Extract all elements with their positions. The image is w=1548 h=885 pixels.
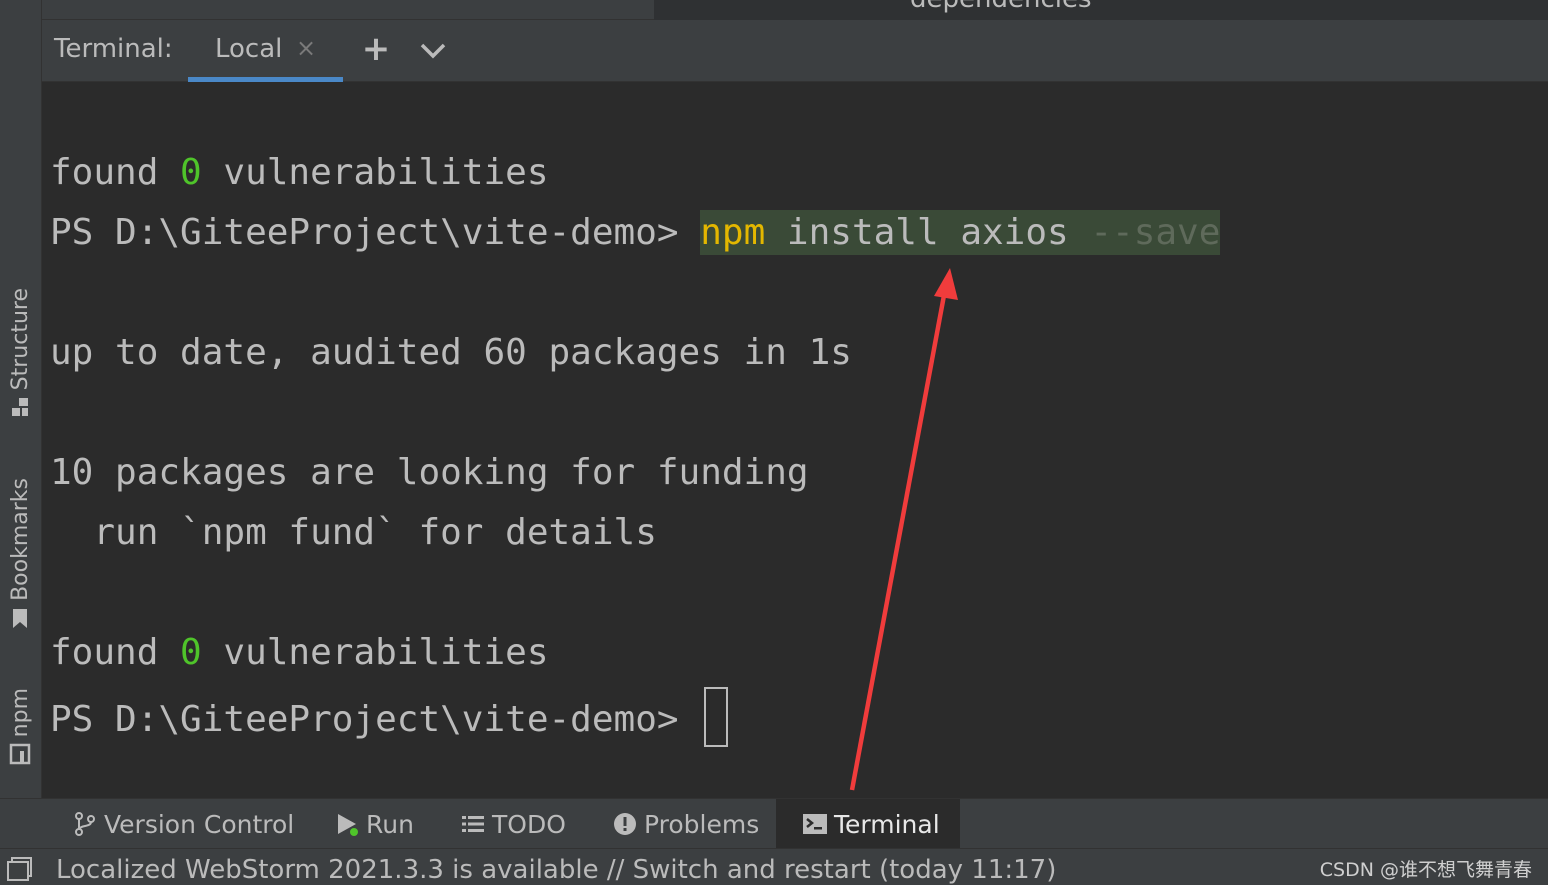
output-line: run `npm fund` for details: [50, 512, 657, 553]
structure-icon: [12, 398, 28, 417]
side-tab-label: npm: [7, 688, 33, 738]
list-icon: [462, 816, 484, 832]
command-keyword: npm: [700, 212, 766, 253]
npm-icon: [9, 744, 31, 765]
tab-label: Run: [366, 809, 414, 839]
problems-icon: [614, 813, 636, 835]
active-tab-underline: [188, 77, 343, 82]
tab-terminal[interactable]: Terminal: [776, 799, 960, 849]
output-text: vulnerabilities: [201, 632, 549, 673]
vulnerability-count: 0: [180, 632, 202, 673]
status-bar: Localized WebStorm 2021.3.3 is available…: [0, 848, 1548, 885]
tab-local[interactable]: Local ×: [188, 20, 343, 82]
terminal-output[interactable]: found 0 vulnerabilities PS D:\GiteeProje…: [42, 83, 1548, 798]
side-tab-label: Structure: [7, 288, 33, 391]
output-line: 10 packages are looking for funding: [50, 452, 809, 493]
vulnerability-count: 0: [180, 152, 202, 193]
run-icon: [338, 814, 358, 836]
terminal-title: Terminal:: [54, 34, 173, 64]
tab-problems[interactable]: Problems: [612, 799, 759, 849]
output-text: found: [50, 152, 181, 193]
output-line: found 0 vulnerabilities: [50, 631, 549, 675]
chevron-down-icon[interactable]: [416, 34, 450, 68]
tab-label: Version Control: [104, 809, 295, 839]
side-tab-bookmarks[interactable]: Bookmarks: [0, 478, 40, 629]
update-notification[interactable]: Localized WebStorm 2021.3.3 is available…: [56, 855, 1056, 885]
tab-label: Problems: [644, 809, 760, 839]
tab-label: TODO: [492, 809, 566, 839]
prompt-line: PS D:\GiteeProject\vite-demo>: [50, 687, 729, 747]
tab-run[interactable]: Run: [334, 799, 414, 849]
terminal-header: Terminal: Local × +: [42, 20, 1548, 82]
output-line: found 0 vulnerabilities: [50, 151, 549, 195]
editor-tab-inactive[interactable]: [42, 0, 654, 20]
vcs-branch-icon: [75, 812, 95, 836]
editor-tab-strip: dependencies: [42, 0, 1548, 20]
side-tab-npm[interactable]: npm: [0, 688, 40, 765]
output-line: up to date, audited 60 packages in 1s: [50, 332, 852, 373]
terminal-cursor[interactable]: [704, 687, 729, 747]
command-flag: --save: [1090, 212, 1221, 253]
tool-window-bar: Version Control Run TODO Problems Termin…: [0, 798, 1548, 849]
editor-tab-label[interactable]: dependencies: [910, 0, 1092, 14]
add-session-button[interactable]: +: [360, 32, 392, 68]
shell-prompt: PS D:\GiteeProject\vite-demo>: [50, 699, 701, 740]
side-tab-label: Bookmarks: [7, 478, 33, 601]
tab-local-label: Local: [215, 34, 283, 64]
tab-todo[interactable]: TODO: [460, 799, 566, 849]
bookmark-icon: [13, 608, 27, 628]
command-args: install axios: [765, 212, 1091, 253]
terminal-icon: [803, 814, 827, 834]
highlighted-command: npm install axios --save: [700, 210, 1221, 255]
left-tool-strip: Structure Bookmarks npm: [0, 0, 42, 800]
editor-tab-active[interactable]: [654, 0, 1548, 20]
prompt-line: PS D:\GiteeProject\vite-demo> npm instal…: [50, 210, 1221, 255]
close-icon[interactable]: ×: [296, 34, 316, 62]
tab-version-control[interactable]: Version Control: [72, 799, 294, 849]
tab-label: Terminal: [834, 809, 940, 839]
shell-prompt: PS D:\GiteeProject\vite-demo>: [50, 212, 701, 253]
tool-windows-toggle-icon[interactable]: [6, 857, 32, 883]
side-tab-structure[interactable]: Structure: [0, 288, 40, 418]
watermark: CSDN @谁不想飞舞青春: [1319, 859, 1532, 881]
output-text: vulnerabilities: [201, 152, 549, 193]
output-text: found: [50, 632, 181, 673]
